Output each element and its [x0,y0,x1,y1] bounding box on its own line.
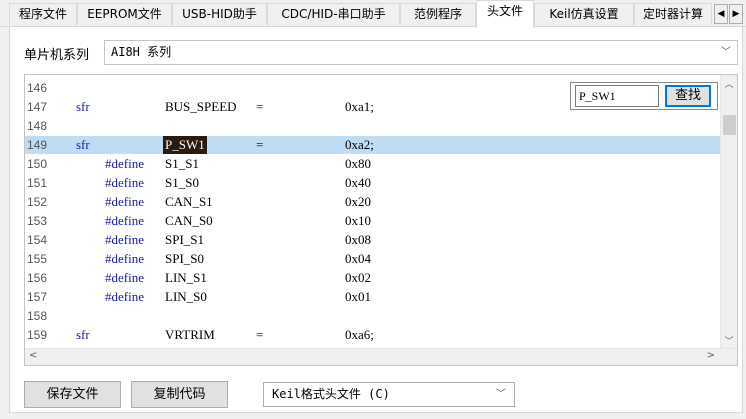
define-directive: #define [105,232,144,247]
line-number: 156 [27,271,48,285]
copy-code-button[interactable]: 复制代码 [131,381,228,408]
code-line[interactable]: 152 #define CAN_S1 0x20 [25,193,721,211]
header-format-select[interactable]: Keil格式头文件 (C) ﹀ [263,382,515,407]
bit-value: 0x01 [345,289,371,304]
define-directive: #define [105,213,144,228]
tab-scroll-right-icon[interactable]: ▶ [729,4,743,24]
register-name: VRTRIM [165,327,215,342]
bit-value: 0x10 [345,213,371,228]
tab-examples[interactable]: 范例程序 [400,3,476,25]
code-area[interactable]: 146 147 sfr BUS_SPEED = 0xa1; 148 149 sfr P_SW1 = 0… [25,75,721,349]
series-select[interactable]: AI8H 系列 ﹀ [104,40,738,65]
save-file-button[interactable]: 保存文件 [24,381,121,408]
tab-program-file[interactable]: 程序文件 [9,3,77,25]
tab-keil-sim[interactable]: Keil仿真设置 [534,3,634,25]
arrow-right-icon[interactable]: > [707,350,715,361]
code-line[interactable]: 155 #define SPI_S0 0x04 [25,250,721,268]
bit-name: LIN_S0 [165,289,207,304]
line-number: 153 [27,214,48,228]
line-number: 159 [27,328,48,342]
bit-name: SPI_S0 [165,251,205,266]
arrow-left-icon[interactable]: < [29,350,37,361]
line-number: 149 [27,138,48,152]
tab-bar: 程序文件 EEPROM文件 USB-HID助手 CDC/HID-串口助手 范例程… [0,0,746,28]
code-line[interactable]: 156 #define LIN_S1 0x02 [25,269,721,287]
chevron-down-icon: ﹀ [496,389,506,400]
arrow-up-icon[interactable]: ︿ [721,77,737,90]
horizontal-scrollbar[interactable]: < > [25,348,737,365]
code-editor[interactable]: 146 147 sfr BUS_SPEED = 0xa1; 148 149 sfr P_SW1 = 0… [24,74,738,366]
register-address: 0xa2; [345,137,374,152]
code-line[interactable]: 150 #define S1_S1 0x80 [25,155,721,173]
register-address: 0xa1; [345,99,374,114]
bit-name: SPI_S1 [165,232,205,247]
code-line[interactable]: 157 #define LIN_S0 0x01 [25,288,721,306]
bit-value: 0x04 [345,251,371,266]
series-select-value: AI8H 系列 [111,45,172,59]
find-input[interactable]: P_SW1 [575,85,659,107]
line-number: 154 [27,233,48,247]
line-number: 157 [27,290,48,304]
tab-header-file[interactable]: 头文件 [476,0,534,28]
line-number: 147 [27,100,48,114]
code-line[interactable]: 151 #define S1_S0 0x40 [25,174,721,192]
series-label: 单片机系列 [24,48,90,63]
vertical-scrollbar[interactable]: ︿ ﹀ [720,75,737,349]
sfr-keyword: sfr [76,99,90,114]
define-directive: #define [105,270,144,285]
assign-operator: = [256,99,264,114]
define-directive: #define [105,251,144,266]
bit-value: 0x08 [345,232,371,247]
sfr-keyword: sfr [76,327,90,342]
line-number: 146 [27,81,48,95]
bit-value: 0x40 [345,175,371,190]
assign-operator: = [256,137,264,152]
code-line[interactable]: 149 sfr P_SW1 = 0xa2; [25,136,721,154]
tab-timer-calc[interactable]: 定时器计算 [634,3,712,25]
bit-value: 0x20 [345,194,371,209]
code-line[interactable]: 153 #define CAN_S0 0x10 [25,212,721,230]
bit-name: LIN_S1 [165,270,207,285]
bit-value: 0x02 [345,270,371,285]
arrow-down-icon[interactable]: ﹀ [721,334,737,347]
find-box: P_SW1 查找 [570,82,718,110]
define-directive: #define [105,289,144,304]
header-format-value: Keil格式头文件 (C) [272,387,390,401]
chevron-down-icon: ﹀ [721,47,731,58]
register-name: BUS_SPEED [165,99,237,114]
code-line[interactable]: 158 [25,307,721,325]
tab-scroll-left-icon[interactable]: ◀ [714,4,728,24]
line-number: 151 [27,176,48,190]
tab-cdc-hid-serial[interactable]: CDC/HID-串口助手 [267,3,400,25]
line-number: 158 [27,309,48,323]
bit-name: S1_S1 [165,156,199,171]
tab-eeprom-file[interactable]: EEPROM文件 [77,3,172,25]
tab-usb-hid[interactable]: USB-HID助手 [172,3,267,25]
line-number: 148 [27,119,48,133]
sfr-keyword: sfr [76,137,90,152]
find-button[interactable]: 查找 [665,85,711,107]
line-number: 150 [27,157,48,171]
define-directive: #define [105,175,144,190]
bit-name: CAN_S1 [165,194,213,209]
code-line[interactable]: 154 #define SPI_S1 0x08 [25,231,721,249]
line-number: 152 [27,195,48,209]
assign-operator: = [256,327,264,342]
define-directive: #define [105,194,144,209]
register-address: 0xa6; [345,327,374,342]
code-line[interactable]: 148 [25,117,721,135]
define-directive: #define [105,156,144,171]
bit-value: 0x80 [345,156,371,171]
code-line[interactable]: 159 sfr VRTRIM = 0xa6; [25,326,721,344]
bit-name: S1_S0 [165,175,199,190]
search-match: P_SW1 [163,136,207,154]
line-number: 155 [27,252,48,266]
scroll-thumb[interactable] [723,115,736,135]
bit-name: CAN_S0 [165,213,213,228]
